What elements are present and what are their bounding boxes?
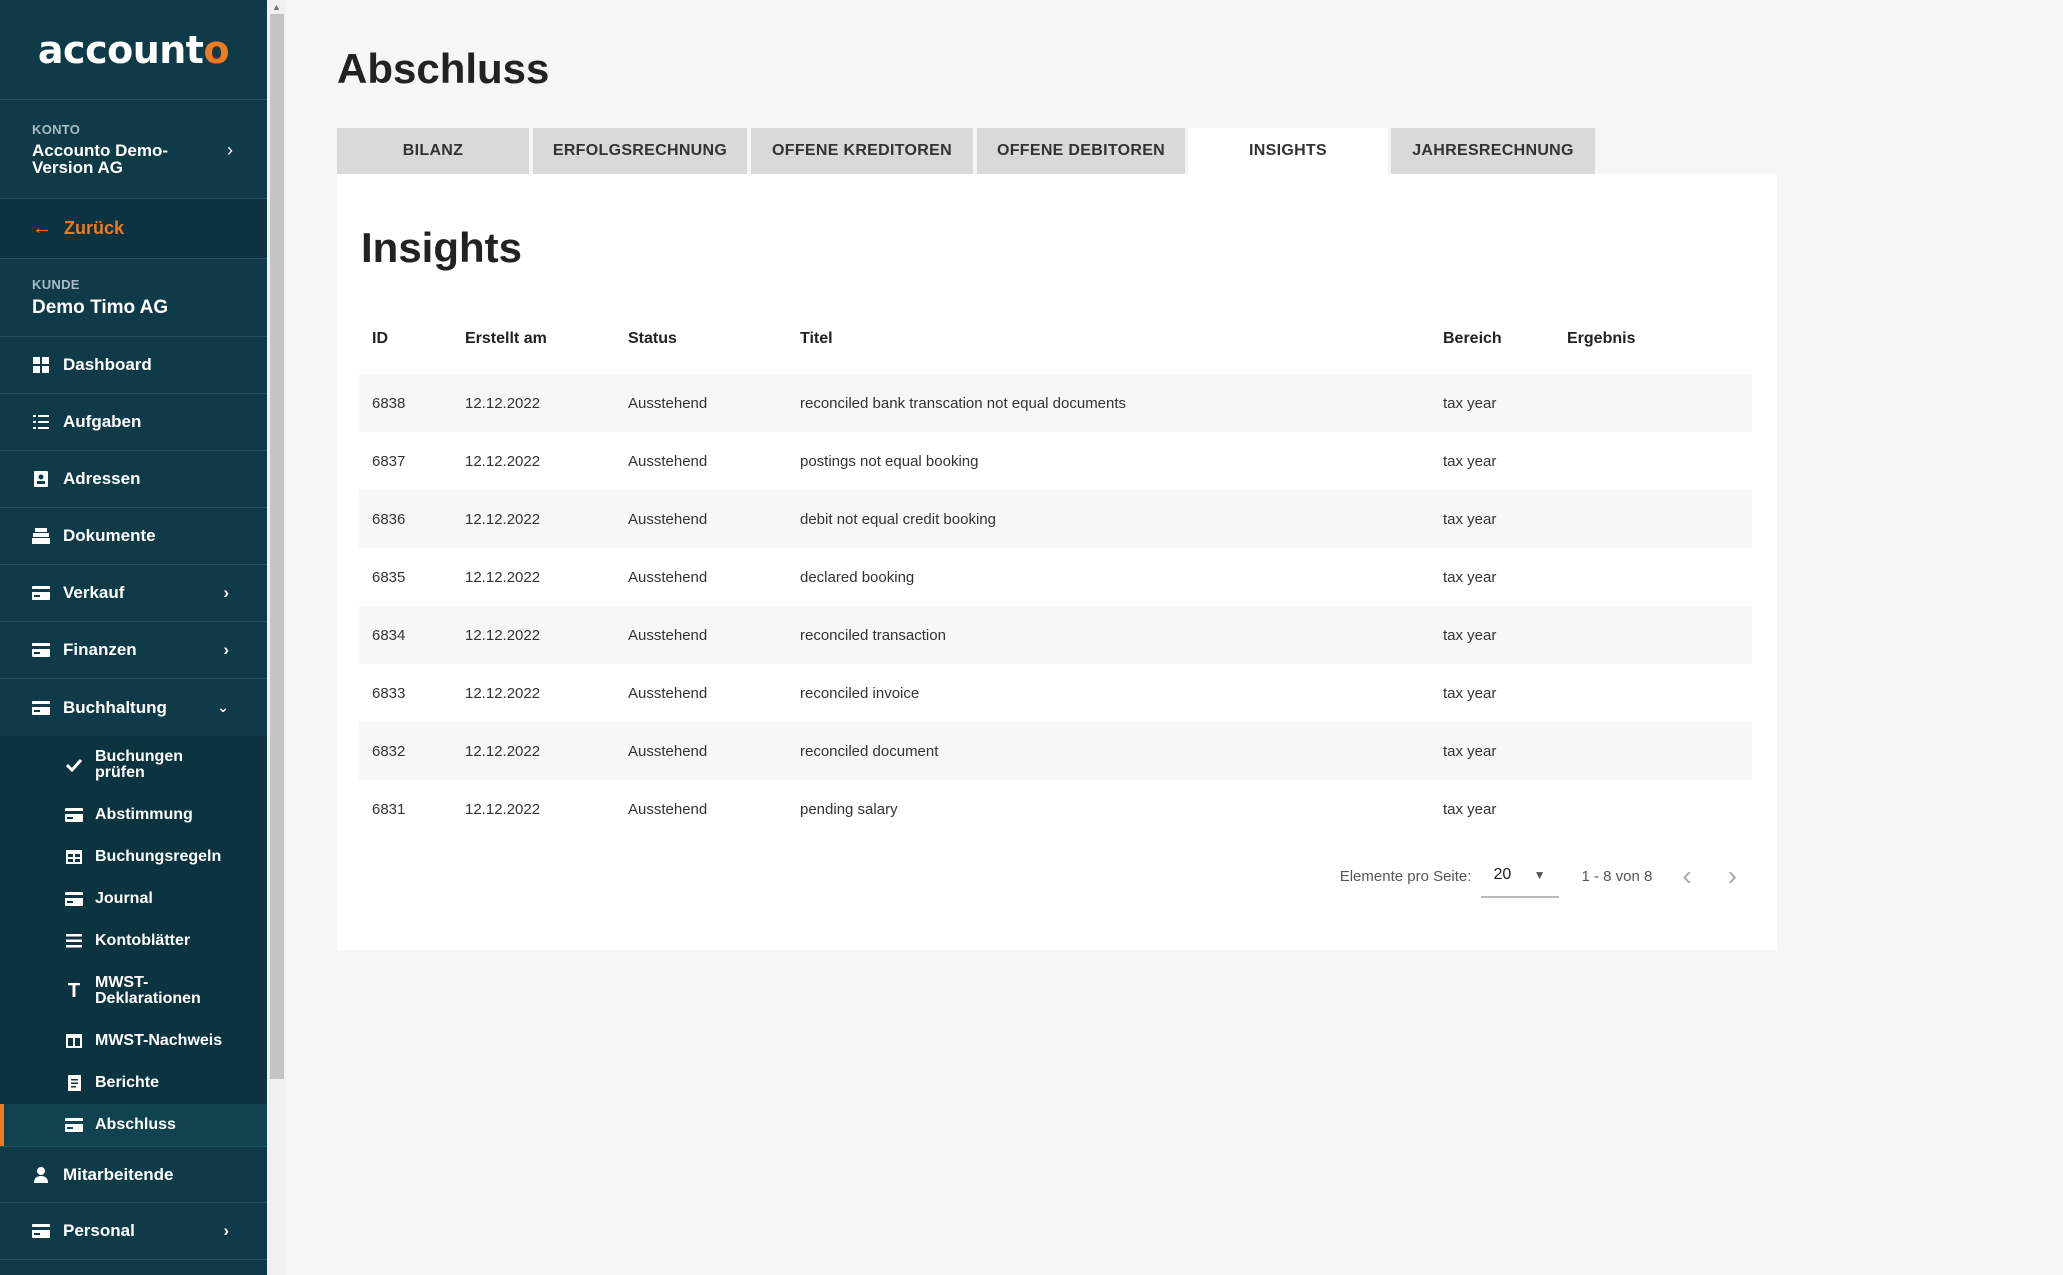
app-logo[interactable]: accounto [0, 0, 267, 100]
konto-name: Accounto Demo-Version AG [32, 141, 168, 177]
caret-down-icon: ▼ [1533, 868, 1546, 882]
sidebar-item-finanzen[interactable]: Finanzen › [0, 622, 267, 679]
column-header-id[interactable]: ID [359, 330, 465, 348]
paginator: Elemente pro Seite: 20 ▼ 1 - 8 von 8 ‹ › [1340, 854, 1737, 898]
table-row[interactable]: 6831 12.12.2022 Ausstehend pending salar… [359, 780, 1752, 838]
insights-card: Insights ID Erstellt am Status Titel Ber… [337, 174, 1777, 950]
buchhaltung-submenu: Buchungen prüfen Abstimmung Buchungsrege… [0, 736, 267, 1146]
tab-offene-debitoren[interactable]: OFFENE DEBITOREN [977, 128, 1185, 174]
column-header-area[interactable]: Bereich [1443, 330, 1567, 348]
text-icon: T [67, 979, 81, 1002]
sidebar-item-verkauf[interactable]: Verkauf › [0, 565, 267, 622]
page-title: Abschluss [337, 45, 550, 92]
items-per-page-label: Elemente pro Seite: [1339, 867, 1472, 885]
sidebar-item-buchhaltung[interactable]: Buchhaltung ⌄ [0, 679, 267, 736]
items-per-page-select[interactable]: 20 ▼ [1481, 854, 1560, 898]
tab-erfolgsrechnung[interactable]: ERFOLGSRECHNUNG [533, 128, 747, 174]
tab-jahresrechnung[interactable]: JAHRESRECHNUNG [1391, 128, 1595, 174]
sidebar-item-mitarbeitende[interactable]: Mitarbeitende [0, 1146, 267, 1203]
account-switcher[interactable]: KONTO Accounto Demo-Version AG › [0, 100, 267, 199]
card-icon [32, 1222, 50, 1240]
sidebar-item-journal[interactable]: Journal [0, 878, 267, 920]
page-range: 1 - 8 von 8 [1581, 867, 1653, 885]
konto-caption: KONTO [32, 122, 81, 137]
table-row[interactable]: 6834 12.12.2022 Ausstehend reconciled tr… [359, 606, 1752, 664]
sidebar: accounto KONTO Accounto Demo-Version AG … [0, 0, 267, 1275]
columns-icon [65, 1032, 83, 1050]
card-icon [32, 641, 50, 659]
contact-icon [32, 470, 50, 488]
card-title: Insights [361, 224, 523, 271]
sidebar-item-dokumente[interactable]: Dokumente [0, 508, 267, 565]
sidebar-item-personal[interactable]: Personal › [0, 1203, 267, 1260]
sidebar-item-abstimmung[interactable]: Abstimmung [0, 794, 267, 836]
sidebar-item-mwst-nachweis[interactable]: MWST-Nachweis [0, 1020, 267, 1062]
card-icon [32, 699, 50, 717]
table-row[interactable]: 6835 12.12.2022 Ausstehend declared book… [359, 548, 1752, 606]
column-header-created[interactable]: Erstellt am [465, 330, 628, 348]
table-row[interactable]: 6837 12.12.2022 Ausstehend postings not … [359, 432, 1752, 490]
sidebar-item-adressen[interactable]: Adressen [0, 451, 267, 508]
next-page-icon[interactable]: › [1728, 862, 1737, 890]
chevron-right-icon: › [223, 640, 229, 659]
insights-table: ID Erstellt am Status Titel Bereich Erge… [359, 304, 1752, 838]
card-icon [65, 1116, 83, 1134]
column-header-result[interactable]: Ergebnis [1567, 330, 1747, 348]
card-icon [65, 806, 83, 824]
tab-offene-kreditoren[interactable]: OFFENE KREDITOREN [751, 128, 973, 174]
documents-icon [32, 527, 50, 545]
chevron-right-icon: › [227, 140, 233, 160]
chevron-down-icon: ⌄ [217, 699, 229, 715]
table-row[interactable]: 6838 12.12.2022 Ausstehend reconciled ba… [359, 374, 1752, 432]
column-header-status[interactable]: Status [628, 330, 800, 348]
back-link[interactable]: ← Zurück [0, 199, 267, 259]
table-body: 6838 12.12.2022 Ausstehend reconciled ba… [359, 374, 1752, 838]
sidebar-item-aufgaben[interactable]: Aufgaben [0, 394, 267, 451]
person-icon [32, 1166, 50, 1184]
tab-bilanz[interactable]: BILANZ [337, 128, 529, 174]
sidebar-item-kontoblaetter[interactable]: Kontoblätter [0, 920, 267, 962]
tab-bar: BILANZ ERFOLGSRECHNUNG OFFENE KREDITOREN… [337, 128, 1599, 174]
table-header: ID Erstellt am Status Titel Bereich Erge… [359, 304, 1752, 374]
sidebar-item-buchungen-pruefen[interactable]: Buchungen prüfen [0, 736, 267, 794]
table-icon [65, 848, 83, 866]
arrow-left-icon: ← [32, 217, 52, 239]
chevron-right-icon: › [223, 583, 229, 602]
table-row[interactable]: 6832 12.12.2022 Ausstehend reconciled do… [359, 722, 1752, 780]
scroll-up-arrow-icon[interactable]: ▲ [272, 2, 281, 12]
table-row[interactable]: 6833 12.12.2022 Ausstehend reconciled in… [359, 664, 1752, 722]
kunde-name: Demo Timo AG [32, 296, 169, 318]
check-icon [65, 756, 83, 774]
sidebar-item-dashboard[interactable]: Dashboard [0, 337, 267, 394]
card-icon [32, 584, 50, 602]
sidebar-item-mwst-deklarationen[interactable]: T MWST-Deklarationen [0, 962, 267, 1020]
sidebar-item-berichte[interactable]: Berichte [0, 1062, 267, 1104]
dashboard-icon [32, 356, 50, 374]
list-icon [32, 413, 50, 431]
card-icon [65, 890, 83, 908]
column-header-title[interactable]: Titel [800, 330, 1443, 348]
tab-insights[interactable]: INSIGHTS [1189, 128, 1387, 174]
chevron-right-icon: › [223, 1221, 229, 1240]
sidebar-item-buchungsregeln[interactable]: Buchungsregeln [0, 836, 267, 878]
scrollbar-thumb[interactable] [270, 14, 284, 1079]
customer-info: KUNDE Demo Timo AG [0, 259, 267, 337]
previous-page-icon[interactable]: ‹ [1682, 862, 1691, 890]
kunde-caption: KUNDE [32, 276, 80, 292]
lines-icon [65, 932, 83, 950]
table-row[interactable]: 6836 12.12.2022 Ausstehend debit not equ… [359, 490, 1752, 548]
report-icon [65, 1074, 83, 1092]
sidebar-item-abschluss[interactable]: Abschluss [0, 1104, 267, 1146]
